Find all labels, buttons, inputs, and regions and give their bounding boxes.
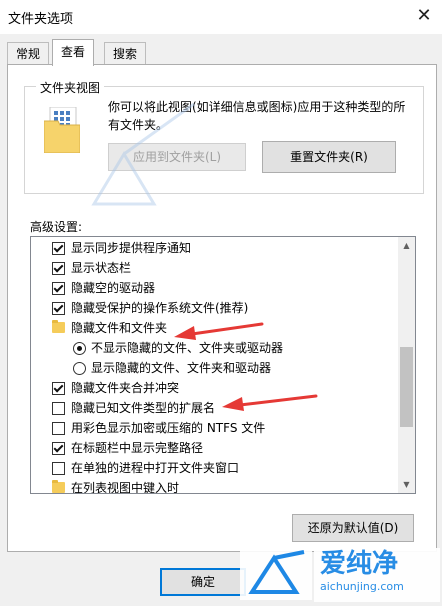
window-title: 文件夹选项 [8, 12, 74, 27]
list-item[interactable]: 显示同步提供程序通知 [31, 238, 397, 258]
title-bar: 文件夹选项 ✕ [0, 0, 442, 34]
checkbox[interactable] [52, 302, 65, 315]
watermark-badge: 爱纯净 aichunjing.com [314, 548, 440, 602]
folder-icon [52, 320, 65, 333]
watermark-url: aichunjing.com [320, 580, 404, 593]
list-item[interactable]: 在标题栏中显示完整路径 [31, 438, 397, 458]
advanced-settings-list[interactable]: 显示同步提供程序通知 显示状态栏 隐藏空的驱动器 隐藏受保护的操作系统文件(推荐… [30, 236, 416, 494]
checkbox[interactable] [52, 462, 65, 475]
list-item[interactable]: 不显示隐藏的文件、文件夹或驱动器 [31, 338, 397, 358]
list-item[interactable]: 在单独的进程中打开文件夹窗口 [31, 458, 397, 478]
list-item-label: 在单独的进程中打开文件夹窗口 [71, 461, 240, 475]
tab-view[interactable]: 查看 [52, 39, 95, 66]
list-item[interactable]: 隐藏已知文件类型的扩展名 [31, 398, 397, 418]
list-item-label: 显示状态栏 [71, 261, 132, 275]
list-item-label: 不显示隐藏的文件、文件夹或驱动器 [91, 341, 284, 355]
checkbox[interactable] [52, 242, 65, 255]
radio-button[interactable] [73, 342, 86, 355]
checkbox[interactable] [52, 282, 65, 295]
list-item-label: 隐藏文件夹合并冲突 [71, 381, 180, 395]
close-icon[interactable]: ✕ [410, 2, 438, 30]
list-item: 隐藏文件和文件夹 [31, 318, 397, 338]
folder-view-icon [44, 107, 80, 153]
advanced-settings-label: 高级设置: [30, 220, 83, 234]
list-item-label: 显示隐藏的文件、文件夹和驱动器 [91, 361, 272, 375]
list-item[interactable]: 显示状态栏 [31, 258, 397, 278]
list-item-label: 用彩色显示加密或压缩的 NTFS 文件 [71, 421, 266, 435]
checkbox[interactable] [52, 262, 65, 275]
list-item-label: 隐藏已知文件类型的扩展名 [71, 401, 216, 415]
tab-general[interactable]: 常规 [7, 42, 50, 65]
apply-to-folders-button[interactable]: 应用到文件夹(L) [108, 143, 246, 171]
watermark-logo-icon [240, 548, 312, 600]
folder-icon [52, 480, 65, 493]
list-item-label: 在标题栏中显示完整路径 [71, 441, 204, 455]
ok-button[interactable]: 确定 [160, 568, 246, 596]
restore-defaults-button[interactable]: 还原为默认值(D) [292, 514, 414, 542]
list-item[interactable]: 隐藏空的驱动器 [31, 278, 397, 298]
list-item[interactable]: 显示隐藏的文件、文件夹和驱动器 [31, 358, 397, 378]
list-item[interactable]: 用彩色显示加密或压缩的 NTFS 文件 [31, 418, 397, 438]
scroll-down-icon[interactable]: ▼ [398, 476, 415, 493]
list-item-label: 隐藏受保护的操作系统文件(推荐) [71, 301, 249, 315]
checkbox[interactable] [52, 382, 65, 395]
watermark-brand: 爱纯净 [320, 549, 399, 579]
list-item-label: 隐藏文件和文件夹 [71, 321, 168, 335]
tab-search[interactable]: 搜索 [104, 42, 147, 65]
list-item[interactable]: 隐藏受保护的操作系统文件(推荐) [31, 298, 397, 318]
folder-view-description: 你可以将此视图(如详细信息或图标)应用于这种类型的所有文件夹。 [108, 100, 406, 132]
radio-button[interactable] [73, 362, 86, 375]
list-item-label: 显示同步提供程序通知 [71, 241, 192, 255]
checkbox[interactable] [52, 422, 65, 435]
scroll-up-icon[interactable]: ▲ [398, 237, 415, 254]
list-item[interactable]: 隐藏文件夹合并冲突 [31, 378, 397, 398]
reset-folders-button[interactable]: 重置文件夹(R) [262, 141, 396, 173]
checkbox[interactable] [52, 442, 65, 455]
list-item: 在列表视图中键入时 [31, 478, 397, 494]
scrollbar-thumb[interactable] [400, 347, 413, 427]
scrollbar[interactable]: ▲ ▼ [398, 237, 415, 493]
list-item-label: 隐藏空的驱动器 [71, 281, 156, 295]
list-item-label: 在列表视图中键入时 [71, 481, 180, 494]
checkbox[interactable] [52, 402, 65, 415]
folder-view-legend: 文件夹视图 [36, 79, 105, 96]
